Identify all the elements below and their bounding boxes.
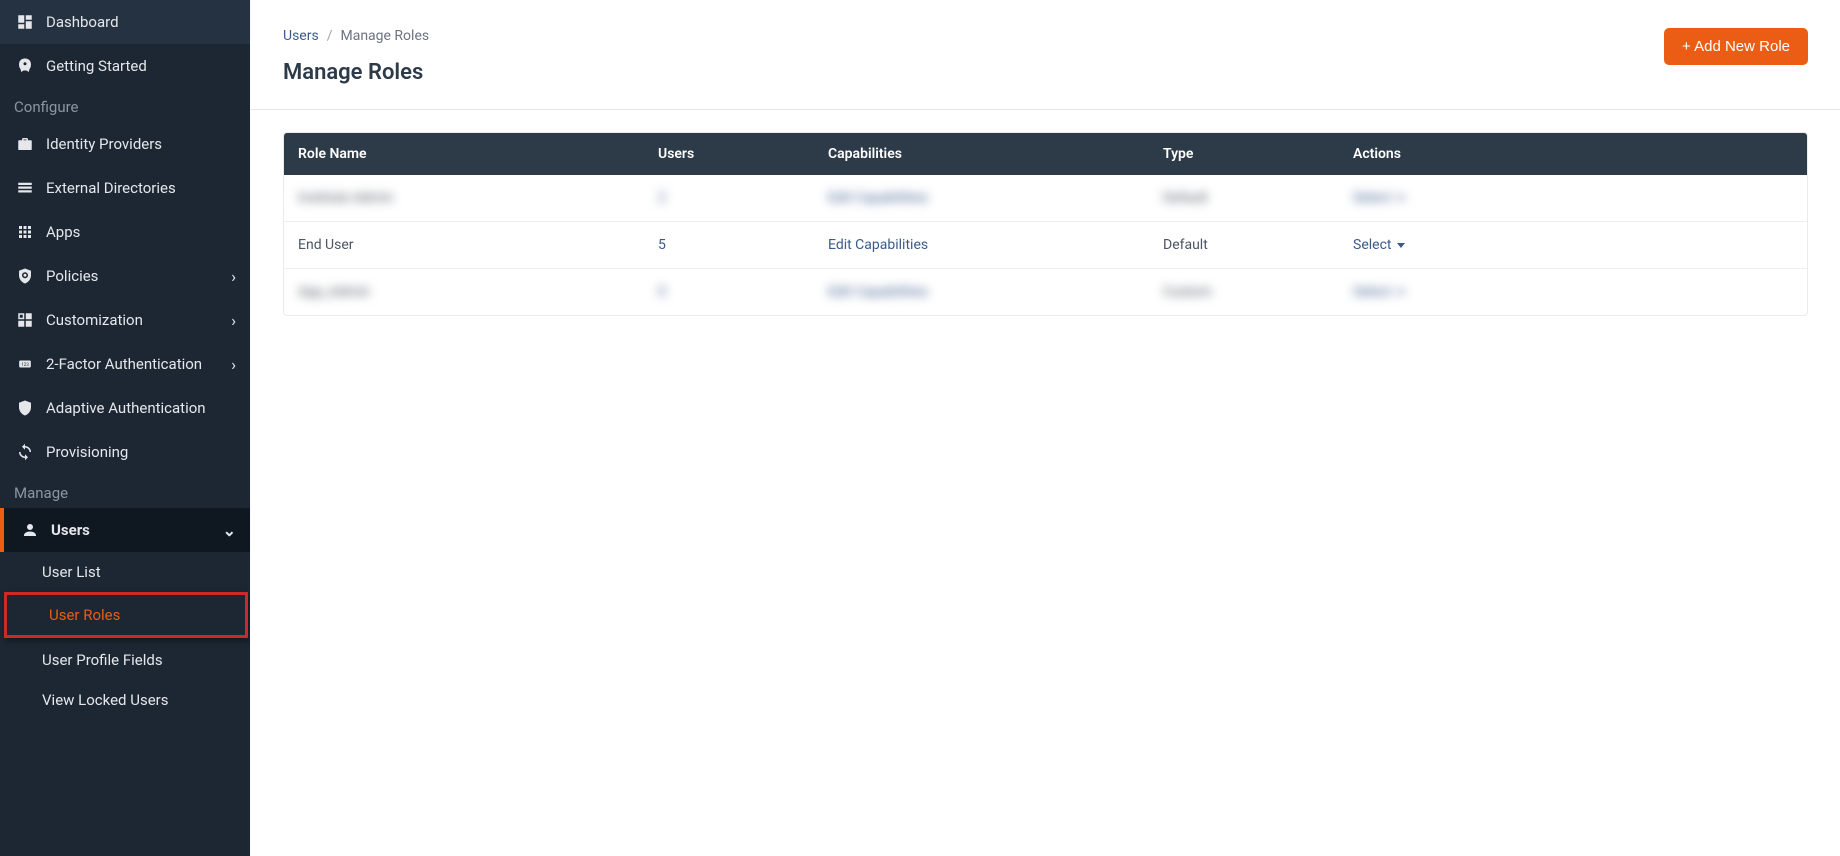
- user-icon: [19, 520, 41, 540]
- col-header-type: Type: [1149, 133, 1339, 175]
- cell-edit-capabilities[interactable]: Edit Capabilities: [828, 190, 928, 206]
- sidebar-item-label: Adaptive Authentication: [46, 399, 206, 417]
- sidebar-item-provisioning[interactable]: Provisioning: [0, 430, 250, 474]
- sidebar-item-label: Identity Providers: [46, 135, 162, 153]
- cell-type: Default: [1163, 237, 1208, 253]
- breadcrumb-separator: /: [327, 28, 333, 44]
- sidebar-section-manage: Manage: [0, 474, 250, 508]
- cell-role-name: App_Admin: [298, 284, 370, 300]
- caret-down-icon: [1397, 290, 1405, 295]
- cell-users-count[interactable]: 0: [658, 284, 666, 300]
- cell-action-select[interactable]: Select: [1353, 284, 1405, 300]
- sidebar-item-label: Apps: [46, 223, 80, 241]
- cell-users-count[interactable]: 5: [658, 237, 666, 253]
- cell-users-count[interactable]: 2: [658, 190, 666, 206]
- apps-icon: [14, 222, 36, 242]
- sidebar-subitem-label: User Profile Fields: [42, 651, 163, 669]
- table-row: Institute Admin 2 Edit Capabilities Defa…: [284, 175, 1807, 222]
- cell-role-name: End User: [298, 237, 354, 253]
- table-row: App_Admin 0 Edit Capabilities Custom Sel…: [284, 269, 1807, 316]
- sidebar-subitem-user-profile-fields[interactable]: User Profile Fields: [0, 640, 250, 680]
- sidebar-item-customization[interactable]: Customization ›: [0, 298, 250, 342]
- breadcrumb: Users / Manage Roles: [283, 28, 429, 44]
- twofa-icon: 123: [14, 354, 36, 374]
- breadcrumb-current: Manage Roles: [340, 28, 429, 44]
- sidebar-item-2fa[interactable]: 123 2-Factor Authentication ›: [0, 342, 250, 386]
- sidebar-subitem-label: View Locked Users: [42, 691, 168, 709]
- col-header-role-name: Role Name: [284, 133, 644, 175]
- rocket-icon: [14, 56, 36, 76]
- sidebar-item-dashboard[interactable]: Dashboard: [0, 0, 250, 44]
- sidebar-item-getting-started[interactable]: Getting Started: [0, 44, 250, 88]
- col-header-users: Users: [644, 133, 814, 175]
- sidebar-subitem-view-locked-users[interactable]: View Locked Users: [0, 680, 250, 720]
- sidebar-item-label: 2-Factor Authentication: [46, 355, 202, 373]
- add-new-role-button[interactable]: + Add New Role: [1664, 28, 1808, 65]
- sidebar-subitem-user-list[interactable]: User List: [0, 552, 250, 592]
- chevron-right-icon: ›: [231, 267, 236, 286]
- sidebar-subitem-label: User Roles: [49, 606, 120, 624]
- cell-edit-capabilities[interactable]: Edit Capabilities: [828, 237, 928, 253]
- chevron-right-icon: ›: [231, 355, 236, 374]
- sidebar-item-label: Users: [51, 521, 90, 539]
- col-header-capabilities: Capabilities: [814, 133, 1149, 175]
- sidebar-item-identity-providers[interactable]: Identity Providers: [0, 122, 250, 166]
- sidebar: Dashboard Getting Started Configure Iden…: [0, 0, 250, 856]
- roles-table: Role Name Users Capabilities Type Action…: [283, 132, 1808, 316]
- sidebar-item-label: External Directories: [46, 179, 176, 197]
- sidebar-subitem-user-roles[interactable]: User Roles: [4, 592, 248, 638]
- caret-down-icon: [1397, 196, 1405, 201]
- table-row: End User 5 Edit Capabilities Default Sel…: [284, 222, 1807, 269]
- table-header-row: Role Name Users Capabilities Type Action…: [284, 133, 1807, 175]
- sidebar-submenu-users: User List User Roles User Profile Fields…: [0, 552, 250, 720]
- sidebar-item-label: Policies: [46, 267, 98, 285]
- cell-type: Custom: [1163, 284, 1212, 300]
- provisioning-icon: [14, 442, 36, 462]
- briefcase-icon: [14, 134, 36, 154]
- main-content: Users / Manage Roles Manage Roles + Add …: [250, 0, 1840, 856]
- sidebar-item-external-directories[interactable]: External Directories: [0, 166, 250, 210]
- sidebar-item-adaptive-auth[interactable]: Adaptive Authentication: [0, 386, 250, 430]
- sidebar-item-label: Provisioning: [46, 443, 128, 461]
- chevron-down-icon: ⌄: [223, 521, 236, 540]
- sidebar-item-label: Getting Started: [46, 57, 147, 75]
- breadcrumb-link-users[interactable]: Users: [283, 28, 319, 44]
- adaptive-icon: [14, 398, 36, 418]
- divider: [251, 109, 1840, 110]
- sidebar-item-apps[interactable]: Apps: [0, 210, 250, 254]
- sidebar-section-configure: Configure: [0, 88, 250, 122]
- sidebar-item-policies[interactable]: Policies ›: [0, 254, 250, 298]
- sidebar-subitem-label: User List: [42, 563, 101, 581]
- caret-down-icon: [1397, 243, 1405, 248]
- col-header-actions: Actions: [1339, 133, 1807, 175]
- customization-icon: [14, 310, 36, 330]
- sidebar-item-label: Dashboard: [46, 13, 119, 31]
- cell-edit-capabilities[interactable]: Edit Capabilities: [828, 284, 928, 300]
- shield-icon: [14, 266, 36, 286]
- cell-role-name: Institute Admin: [298, 190, 393, 206]
- sidebar-item-label: Customization: [46, 311, 143, 329]
- cell-type: Default: [1163, 190, 1208, 206]
- cell-action-select[interactable]: Select: [1353, 190, 1405, 206]
- sidebar-item-users[interactable]: Users ⌄: [0, 508, 250, 552]
- dashboard-icon: [14, 12, 36, 32]
- svg-text:123: 123: [21, 362, 29, 368]
- page-title: Manage Roles: [283, 60, 429, 85]
- chevron-right-icon: ›: [231, 311, 236, 330]
- cell-action-select[interactable]: Select: [1353, 237, 1405, 253]
- directory-icon: [14, 178, 36, 198]
